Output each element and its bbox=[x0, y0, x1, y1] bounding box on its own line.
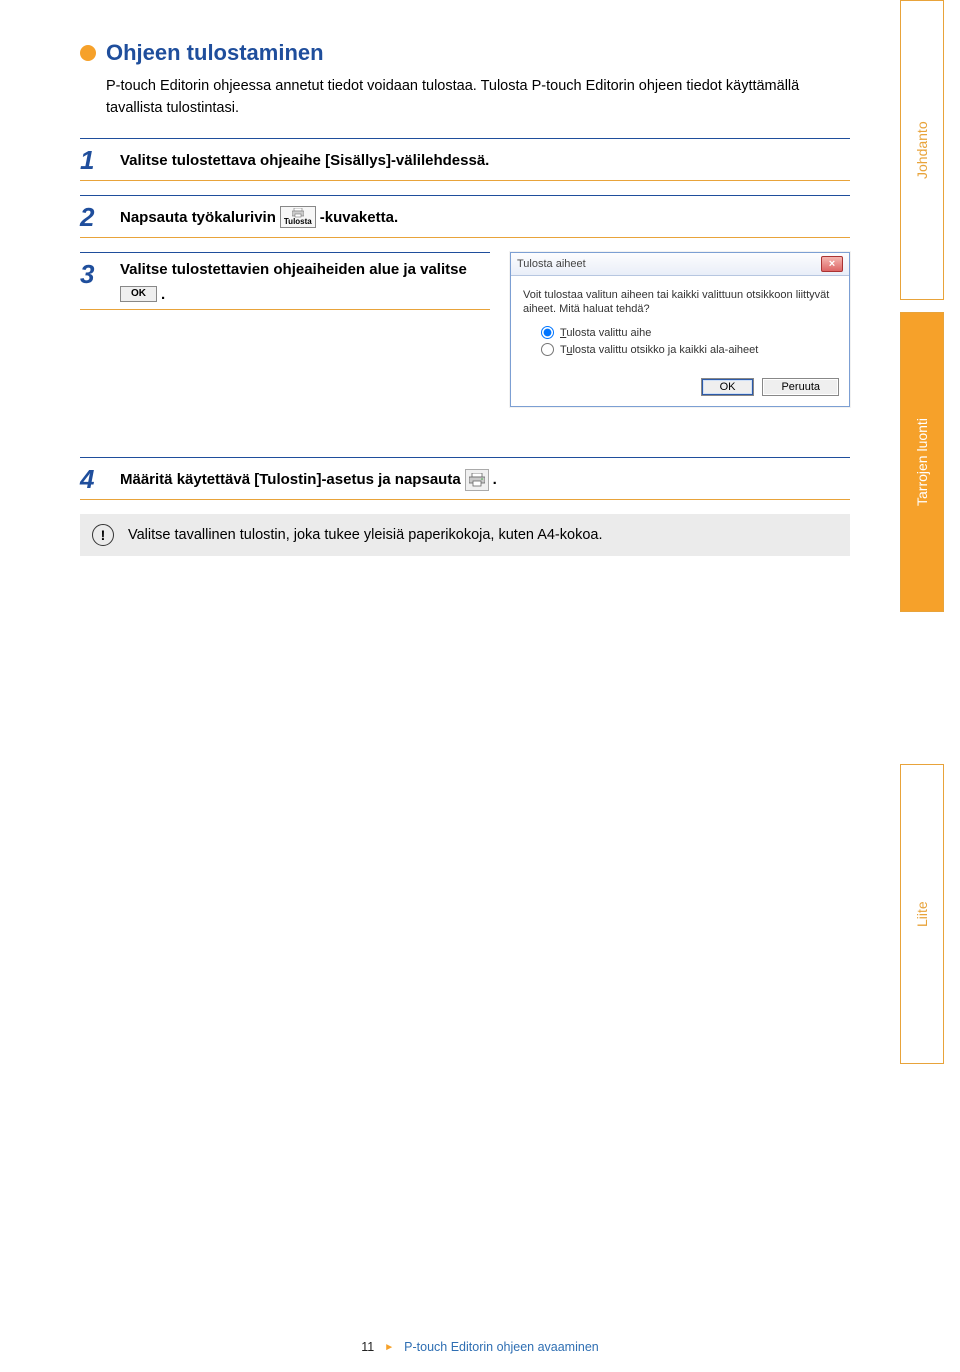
note-text: Valitse tavallinen tulostin, joka tukee … bbox=[128, 527, 602, 543]
side-tabs: Johdanto Tarrojen luonti Liite bbox=[900, 0, 944, 1064]
print-icon-label: Tulosta bbox=[284, 218, 312, 226]
dialog-title: Tulosta aiheet bbox=[517, 258, 586, 270]
step-2-before: Napsauta työkalurivin bbox=[120, 207, 276, 228]
step-3-text: Valitse tulostettavien ohjeaiheiden alue… bbox=[120, 259, 490, 305]
step-4-after: . bbox=[493, 469, 497, 490]
radio-1[interactable] bbox=[541, 326, 554, 339]
step-1: 1 Valitse tulostettava ohjeaihe [Sisälly… bbox=[80, 138, 850, 181]
radio-option-1[interactable]: Tulosta valittu aihe bbox=[541, 326, 837, 339]
printer-icon bbox=[469, 473, 485, 487]
step-3-before: Valitse tulostettavien ohjeaiheiden alue… bbox=[120, 259, 467, 280]
step-number: 3 bbox=[80, 259, 110, 290]
cancel-button[interactable]: Peruuta bbox=[762, 378, 839, 396]
step-2-after: -kuvaketta. bbox=[320, 207, 398, 228]
step-2: 2 Napsauta työkalurivin Tulosta -kuvaket… bbox=[80, 195, 850, 238]
tab-tarrojen-luonti[interactable]: Tarrojen luonti bbox=[900, 312, 944, 612]
dialog-footer: OK Peruuta bbox=[511, 370, 849, 406]
radio-1-label: Tulosta valittu aihe bbox=[560, 327, 651, 339]
close-icon[interactable]: × bbox=[821, 256, 843, 272]
step-4: 4 Määritä käytettävä [Tulostin]-asetus j… bbox=[80, 457, 850, 500]
tab-johdanto[interactable]: Johdanto bbox=[900, 0, 944, 300]
note-box: ! Valitse tavallinen tulostin, joka tuke… bbox=[80, 514, 850, 556]
step-4-before: Määritä käytettävä [Tulostin]-asetus ja … bbox=[120, 469, 461, 490]
page-number: 11 bbox=[361, 1340, 374, 1354]
tab-liite[interactable]: Liite bbox=[900, 764, 944, 1064]
warning-icon: ! bbox=[92, 524, 114, 546]
page-footer: 11 ► P-touch Editorin ohjeen avaaminen bbox=[0, 1340, 960, 1354]
step-3-after: . bbox=[161, 284, 165, 305]
dialog-titlebar: Tulosta aiheet × bbox=[511, 253, 849, 276]
footer-link[interactable]: P-touch Editorin ohjeen avaaminen bbox=[404, 1340, 599, 1354]
arrow-icon: ► bbox=[384, 1342, 394, 1353]
radio-2-label: Tulosta valittu otsikko ja kaikki ala-ai… bbox=[560, 344, 758, 356]
step-number: 4 bbox=[80, 464, 110, 495]
step-3: 3 Valitse tulostettavien ohjeaiheiden al… bbox=[80, 252, 490, 310]
intro-text: P-touch Editorin ohjeessa annetut tiedot… bbox=[106, 76, 850, 120]
step-number: 1 bbox=[80, 145, 110, 176]
print-toolbar-icon[interactable]: Tulosta bbox=[280, 206, 316, 228]
print-topics-dialog: Tulosta aiheet × Voit tulostaa valitun a… bbox=[510, 252, 850, 408]
radio-2[interactable] bbox=[541, 343, 554, 356]
ok-button-inline[interactable]: OK bbox=[120, 286, 157, 302]
ok-button[interactable]: OK bbox=[701, 378, 755, 396]
step-2-text: Napsauta työkalurivin Tulosta -kuvaketta… bbox=[120, 206, 398, 228]
heading-row: Ohjeen tulostaminen bbox=[80, 40, 850, 66]
step-4-text: Määritä käytettävä [Tulostin]-asetus ja … bbox=[120, 469, 497, 491]
step-number: 2 bbox=[80, 202, 110, 233]
step-1-text: Valitse tulostettava ohjeaihe [Sisällys]… bbox=[120, 150, 489, 171]
dialog-body: Voit tulostaa valitun aiheen tai kaikki … bbox=[511, 276, 849, 371]
heading-bullet-icon bbox=[80, 45, 96, 61]
page-title: Ohjeen tulostaminen bbox=[106, 40, 324, 66]
printer-button-icon[interactable] bbox=[465, 469, 489, 491]
radio-option-2[interactable]: Tulosta valittu otsikko ja kaikki ala-ai… bbox=[541, 343, 837, 356]
dialog-body-text: Voit tulostaa valitun aiheen tai kaikki … bbox=[523, 288, 837, 317]
